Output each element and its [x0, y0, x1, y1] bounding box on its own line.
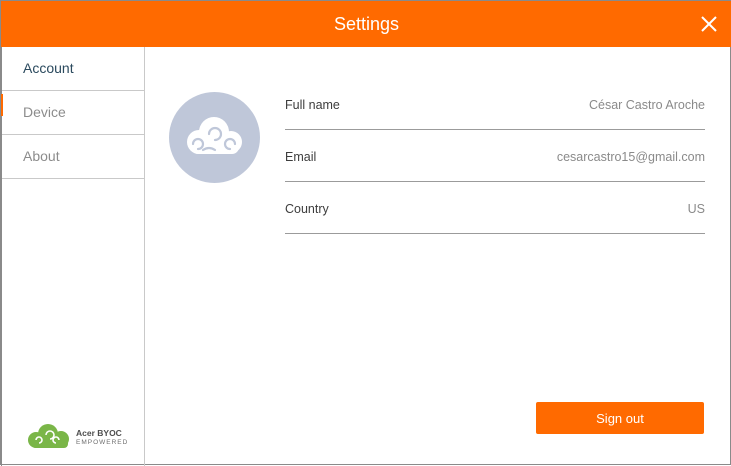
close-button[interactable] — [696, 11, 722, 37]
country-field: Country US — [285, 202, 705, 234]
close-icon — [701, 16, 717, 32]
logo-title: Acer BYOC — [76, 428, 122, 438]
title-bar: Settings — [1, 1, 731, 47]
sidebar-item-account[interactable]: Account — [1, 47, 144, 116]
full-name-label: Full name — [285, 98, 340, 112]
sidebar-item-device[interactable]: Device — [2, 91, 144, 135]
avatar — [169, 92, 260, 183]
cloud-avatar-icon — [187, 117, 242, 154]
acer-byoc-logo: Acer BYOC EMPOWERED — [26, 423, 129, 451]
sidebar: Account Device About Acer BYOC EMPOWERED — [1, 47, 145, 466]
full-name-value: César Castro Aroche — [588, 98, 705, 112]
country-label: Country — [285, 202, 329, 216]
sidebar-item-label: Device — [23, 104, 66, 120]
window-title: Settings — [333, 14, 400, 34]
logo-subtitle: EMPOWERED — [76, 439, 129, 446]
logo-cloud-icon — [28, 424, 69, 448]
settings-window: Settings Account Device About Acer BYOC … — [0, 0, 731, 466]
email-label: Email — [285, 150, 317, 164]
country-value: US — [687, 202, 705, 216]
full-name-field: Full name César Castro Aroche — [285, 98, 705, 130]
sign-out-button[interactable]: Sign out — [536, 402, 704, 434]
sidebar-item-label: About — [23, 148, 60, 164]
email-field: Email cesarcastro15@gmail.com — [285, 150, 705, 182]
email-value: cesarcastro15@gmail.com — [556, 150, 705, 164]
sidebar-item-label: Account — [23, 60, 74, 76]
sidebar-item-about[interactable]: About — [2, 135, 144, 179]
